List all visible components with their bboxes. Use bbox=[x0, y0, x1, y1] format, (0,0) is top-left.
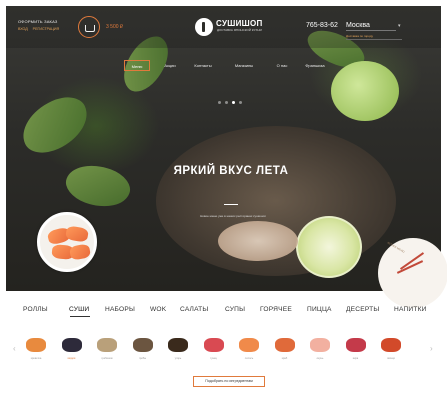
product-filter-image bbox=[239, 338, 259, 352]
logo-icon[interactable] bbox=[195, 18, 213, 36]
product-filter-label: окунь bbox=[316, 357, 324, 360]
tab-wok[interactable]: WOK bbox=[150, 306, 166, 313]
product-filter-label: гребешок bbox=[101, 357, 113, 360]
product-filter-item[interactable]: грибы bbox=[131, 336, 155, 360]
phone-number[interactable]: 765-83-62 bbox=[306, 22, 338, 29]
product-filter-label: краб bbox=[281, 357, 288, 360]
ingredients-filter-button[interactable]: Подобрать по ингредиентам bbox=[193, 376, 265, 387]
product-filter-image bbox=[97, 338, 117, 352]
login-link[interactable]: ВХОД bbox=[18, 27, 28, 31]
slider-dot-active[interactable] bbox=[232, 101, 235, 104]
leaf-image bbox=[61, 156, 135, 216]
account-label: ОФОРМИТЬ ЗАКАЗ bbox=[18, 19, 58, 24]
tab-salads[interactable]: САЛАТЫ bbox=[180, 306, 208, 313]
product-filter-image bbox=[132, 338, 153, 352]
main-nav: Меню Акции Контакты Магазины О нас Франш… bbox=[124, 60, 354, 72]
slider-dot[interactable] bbox=[225, 101, 228, 104]
product-filter-image bbox=[381, 338, 401, 352]
nav-item-franchise[interactable]: Франшиза bbox=[300, 60, 330, 71]
account-links: ВХОД РЕГИСТРАЦИЯ bbox=[18, 27, 63, 31]
product-filter-image bbox=[310, 338, 330, 352]
nav-item-promos[interactable]: Акции bbox=[160, 60, 180, 71]
product-filter-label: овощи bbox=[387, 357, 395, 360]
hero-title: ЯРКИЙ ВКУС ЛЕТА bbox=[173, 165, 289, 177]
product-filter-label: угорь bbox=[174, 357, 182, 360]
tab-desserts[interactable]: ДЕСЕРТЫ bbox=[346, 306, 379, 313]
logo-subtitle: ДОСТАВКА ЯПОНСКОЙ КУХНИ bbox=[217, 28, 262, 32]
product-filter-image bbox=[61, 338, 82, 352]
tab-sets[interactable]: НАБОРЫ bbox=[105, 306, 135, 313]
city-delivery-select[interactable]: Доставка по городу bbox=[346, 34, 402, 40]
product-filter-image bbox=[345, 338, 366, 352]
tab-hot[interactable]: ГОРЯЧЕЕ bbox=[260, 306, 292, 313]
product-filter-image bbox=[203, 338, 224, 352]
city-select[interactable]: Москва bbox=[346, 22, 396, 31]
promo-text: ЛЕТНЕЕ МЕНЮ bbox=[386, 241, 405, 254]
slider-dot[interactable] bbox=[239, 101, 242, 104]
tab-drinks[interactable]: НАПИТКИ bbox=[394, 306, 427, 313]
slider-dot[interactable] bbox=[218, 101, 221, 104]
product-filter-item[interactable]: окунь bbox=[308, 336, 332, 360]
lime-slice-image bbox=[296, 216, 362, 278]
product-filter-label: икра bbox=[352, 357, 359, 360]
page: ОФОРМИТЬ ЗАКАЗ ВХОД РЕГИСТРАЦИЯ 3 500 ₽ … bbox=[0, 0, 447, 398]
product-filter-item[interactable]: тунец bbox=[202, 336, 226, 360]
active-tab-underline bbox=[70, 316, 90, 317]
tab-sushi[interactable]: СУШИ bbox=[69, 306, 89, 313]
logo-name[interactable]: СУШИШОП bbox=[216, 19, 263, 28]
hero-divider bbox=[224, 204, 238, 205]
chevron-left-icon[interactable]: ‹ bbox=[13, 344, 16, 353]
product-filter-item[interactable]: гребешок bbox=[95, 336, 119, 360]
product-filter-image bbox=[26, 338, 46, 352]
nav-item-stores[interactable]: Магазины bbox=[230, 60, 258, 71]
product-filter-item[interactable]: краб bbox=[273, 336, 297, 360]
product-filter-label: креветка bbox=[30, 357, 42, 360]
hero-subtitle: Новое меню уже в наших ресторанах сушишо… bbox=[200, 214, 266, 218]
product-filter-label: грибы bbox=[138, 357, 147, 360]
product-filter-item[interactable]: лосось bbox=[237, 336, 261, 360]
chevron-right-icon[interactable]: › bbox=[430, 344, 433, 353]
category-tabs: РОЛЛЫ СУШИ НАБОРЫ WOK САЛАТЫ СУПЫ ГОРЯЧЕ… bbox=[0, 300, 447, 320]
register-link[interactable]: РЕГИСТРАЦИЯ bbox=[33, 27, 59, 31]
product-filter-label: мидии bbox=[67, 357, 76, 360]
product-filter-item[interactable]: овощи bbox=[379, 336, 403, 360]
fish-image bbox=[218, 221, 298, 261]
leaf-image bbox=[13, 89, 97, 161]
cart-icon[interactable] bbox=[78, 16, 100, 38]
product-filter-image bbox=[274, 338, 295, 352]
slider-dots bbox=[218, 101, 248, 105]
nav-item-menu[interactable]: Меню bbox=[124, 60, 150, 71]
tab-soups[interactable]: СУПЫ bbox=[225, 306, 245, 313]
nav-item-contacts[interactable]: Контакты bbox=[190, 60, 216, 71]
tab-rolls[interactable]: РОЛЛЫ bbox=[23, 306, 48, 313]
product-filter-label: тунец bbox=[210, 357, 217, 360]
product-filter-item[interactable]: мидии bbox=[60, 336, 84, 360]
product-filter-item[interactable]: угорь bbox=[166, 336, 190, 360]
tab-pizza[interactable]: ПИЦЦА bbox=[307, 306, 332, 313]
product-filter-image bbox=[168, 338, 188, 352]
nav-item-about[interactable]: О нас bbox=[274, 60, 290, 71]
chevron-down-icon[interactable]: ▾ bbox=[398, 23, 401, 29]
top-bar: ОФОРМИТЬ ЗАКАЗ ВХОД РЕГИСТРАЦИЯ 3 500 ₽ … bbox=[6, 6, 441, 48]
cart-price[interactable]: 3 500 ₽ bbox=[106, 24, 123, 30]
product-filter-item[interactable]: креветка bbox=[24, 336, 48, 360]
product-filter-label: лосось bbox=[244, 357, 254, 360]
product-filter-item[interactable]: икра bbox=[344, 336, 368, 360]
promo-badge[interactable]: ЛЕТНЕЕ МЕНЮ bbox=[378, 238, 447, 308]
sushi-category-image[interactable] bbox=[37, 212, 97, 272]
